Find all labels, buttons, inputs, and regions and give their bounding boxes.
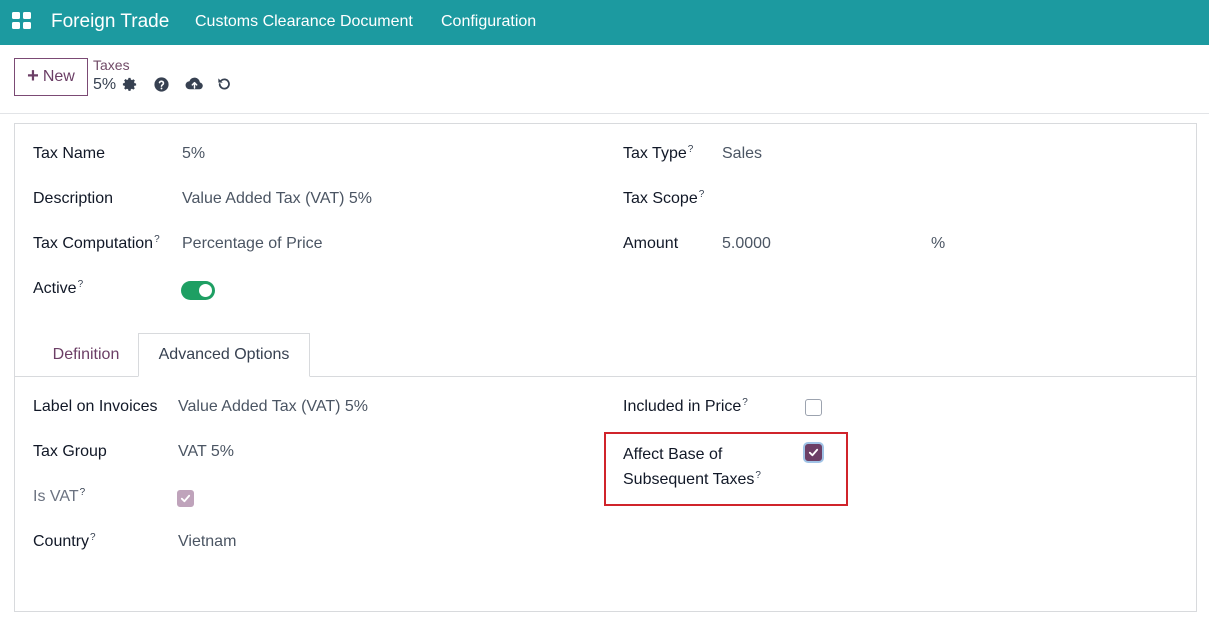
help-tooltip-icon[interactable]: ? [688,144,694,155]
gear-icon[interactable] [121,76,139,94]
active-toggle[interactable] [181,281,215,300]
checkmark-icon [808,448,819,457]
help-tooltip-icon[interactable]: ? [154,234,160,245]
affect-base-checkbox[interactable] [805,444,822,461]
help-tooltip-icon[interactable]: ? [80,487,86,498]
tax-scope-label: Tax Scope? [623,189,704,209]
control-panel: + New Taxes 5% [0,45,1209,114]
tax-scope-label-text: Tax Scope [623,190,698,207]
tax-computation-label-text: Tax Computation [33,235,154,252]
cloud-upload-icon[interactable] [185,76,203,94]
app-name[interactable]: Foreign Trade [51,10,169,34]
included-in-price-checkbox[interactable] [805,399,822,416]
country-label: Country? [33,532,96,552]
tax-type-select[interactable]: Sales [722,144,762,164]
discard-icon[interactable] [216,76,234,94]
affect-base-label-line2: Subsequent Taxes [623,471,755,488]
form-sheet: Tax Name 5% Description Value Added Tax … [14,123,1197,612]
affect-base-label-line1: Affect Base of [623,446,723,463]
affect-base-label: Affect Base of Subsequent Taxes? [623,442,761,492]
new-button-label: New [42,68,75,85]
help-tooltip-icon[interactable]: ? [78,279,84,290]
included-in-price-label: Included in Price? [623,397,748,417]
is-vat-label: Is VAT? [33,487,85,507]
included-in-price-label-text: Included in Price [623,398,742,415]
tax-group-field[interactable]: VAT 5% [178,442,234,462]
help-tooltip-icon[interactable]: ? [699,189,705,200]
help-icon[interactable] [153,76,171,94]
amount-label: Amount [623,235,679,252]
tax-name-field[interactable]: 5% [182,144,205,164]
top-navbar: Foreign Trade Customs Clearance Document… [0,0,1209,45]
country-field[interactable]: Vietnam [178,532,236,552]
new-button[interactable]: + New [14,58,88,96]
tab-advanced-options[interactable]: Advanced Options [138,333,310,377]
active-label-text: Active [33,280,77,297]
menu-configuration[interactable]: Configuration [441,12,536,32]
breadcrumb-taxes[interactable]: Taxes [93,57,130,73]
label-on-invoices-label: Label on Invoices [33,398,158,415]
help-tooltip-icon[interactable]: ? [90,532,96,543]
amount-unit: % [931,235,946,252]
apps-grid-icon[interactable] [12,12,31,29]
plus-icon: + [27,65,39,87]
checkmark-icon [180,494,191,503]
tax-name-label: Tax Name [33,145,106,162]
tax-computation-field[interactable]: Percentage of Price [182,234,323,254]
help-tooltip-icon[interactable]: ? [742,397,748,408]
active-label: Active? [33,279,83,299]
tax-type-label: Tax Type? [623,144,693,164]
tab-definition[interactable]: Definition [33,333,139,377]
tax-type-label-text: Tax Type [623,145,687,162]
menu-customs-clearance-document[interactable]: Customs Clearance Document [195,12,413,32]
tax-group-label: Tax Group [33,443,107,460]
help-tooltip-icon[interactable]: ? [755,470,761,481]
tax-computation-label: Tax Computation? [33,234,160,254]
description-label: Description [33,190,114,207]
is-vat-label-text: Is VAT [33,488,79,505]
country-label-text: Country [33,533,90,550]
label-on-invoices-field[interactable]: Value Added Tax (VAT) 5% [178,397,368,417]
description-field[interactable]: Value Added Tax (VAT) 5% [182,189,372,209]
record-name: 5% [93,76,117,93]
amount-field[interactable]: 5.0000 [722,234,771,254]
tax-scope-select[interactable] [722,189,1022,209]
is-vat-checkbox [177,490,194,507]
